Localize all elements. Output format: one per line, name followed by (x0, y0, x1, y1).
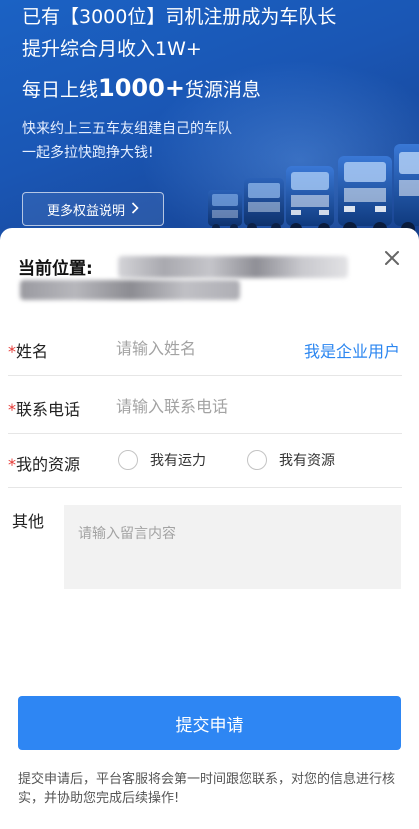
chevron-right-icon (131, 201, 139, 217)
hero-banner: 已有【3000位】司机注册成为车队长 提升综合月收入1W+ 每日上线1000+货… (0, 0, 419, 240)
location-label: 当前位置: (18, 259, 93, 279)
radio-circle-icon (118, 450, 138, 470)
location-value-redacted-line2 (20, 280, 240, 300)
name-label: *姓名 (8, 338, 48, 362)
submit-note: 提交申请后，平台客服将会第一时间跟您联系，对您的信息进行核实，并协助您完成后续操… (18, 772, 396, 806)
radio-has-capacity[interactable]: 我有运力 (118, 450, 206, 470)
name-row: *姓名 我是企业用户 (8, 320, 402, 376)
hero-slogan-text: 一起多拉快跑挣大钱! (22, 145, 154, 161)
hero-daily-prefix: 每日上线 (22, 79, 99, 101)
radio-has-capacity-label: 我有运力 (150, 453, 206, 469)
hero-daily-suffix: 货源消息 (184, 79, 261, 101)
required-mark: * (8, 400, 16, 419)
trucks-illustration (208, 144, 419, 236)
resource-label-text: 我的资源 (16, 455, 81, 474)
name-input[interactable] (116, 336, 286, 360)
submit-button[interactable]: 提交申请 (18, 696, 401, 750)
phone-label: *联系电话 (8, 396, 80, 420)
application-sheet: 当前位置: *姓名 我是企业用户 *联系电话 *我的资源 我有运力 (0, 228, 419, 829)
other-label: 其他 (12, 512, 45, 531)
divider (8, 487, 402, 488)
message-textarea[interactable] (64, 505, 401, 589)
enterprise-user-link[interactable]: 我是企业用户 (304, 338, 400, 362)
name-label-text: 姓名 (16, 342, 49, 361)
benefits-button-label: 更多权益说明 (46, 203, 125, 219)
benefits-button[interactable]: 更多权益说明 (22, 192, 164, 226)
hero-income-text: 提升综合月收入1W+ (22, 38, 202, 60)
close-icon (385, 251, 399, 265)
radio-circle-icon (247, 450, 267, 470)
radio-has-resource[interactable]: 我有资源 (247, 450, 335, 470)
phone-input[interactable] (116, 394, 386, 418)
radio-has-resource-label: 我有资源 (279, 453, 335, 469)
phone-label-text: 联系电话 (16, 400, 81, 419)
resource-row: *我的资源 我有运力 我有资源 (8, 434, 402, 488)
required-mark: * (8, 455, 16, 474)
phone-row: *联系电话 (8, 376, 402, 434)
hero-daily-count: 1000+ (98, 74, 185, 102)
required-mark: * (8, 342, 16, 361)
resource-label: *我的资源 (8, 451, 80, 475)
hero-headline: 已有【3000位】司机注册成为车队长 (22, 6, 337, 28)
close-button[interactable] (380, 246, 404, 270)
hero-daily-text: 每日上线1000+货源消息 (22, 74, 261, 102)
location-value-redacted (118, 256, 348, 278)
